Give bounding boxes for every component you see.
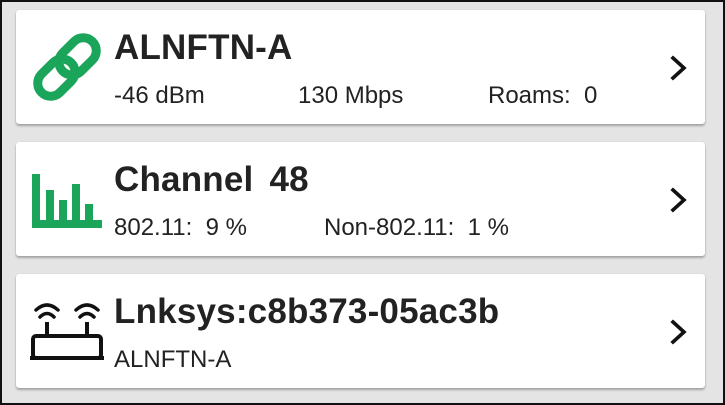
roams-value: 0: [584, 82, 598, 109]
channel-card[interactable]: Channel 48 802.11: 9 % Non-802.11: 1 %: [16, 142, 705, 256]
channel-title: Channel 48: [114, 160, 309, 200]
util-non-value: 1 %: [467, 214, 510, 241]
link-rate: 130 Mbps: [298, 82, 404, 109]
ssid-title: ALNFTN-A: [114, 28, 293, 67]
roams-count: Roams: 0: [488, 82, 597, 110]
chevron-right-icon[interactable]: [667, 54, 691, 82]
router-icon: [28, 296, 106, 366]
channel-number: 48: [269, 160, 309, 199]
chevron-right-icon[interactable]: [667, 186, 691, 214]
roams-label: Roams:: [488, 82, 571, 109]
ap-name: Lnksys:c8b373-05ac3b: [114, 292, 500, 331]
util-80211-value: 9 %: [205, 214, 247, 241]
util-non-label: Non-802.11:: [324, 214, 455, 241]
link-icon: [28, 32, 106, 102]
screen-frame: ALNFTN-A -46 dBm 130 Mbps Roams: 0 Chann…: [0, 0, 725, 405]
util-80211: 802.11: 9 %: [114, 214, 247, 242]
wifi-link-card[interactable]: ALNFTN-A -46 dBm 130 Mbps Roams: 0: [16, 10, 705, 124]
util-80211-label: 802.11:: [114, 214, 193, 241]
channel-label: Channel: [114, 160, 254, 199]
ap-ssid: ALNFTN-A: [114, 346, 232, 373]
chevron-right-icon[interactable]: [667, 318, 691, 346]
util-non-80211: Non-802.11: 1 %: [324, 214, 509, 242]
access-point-card[interactable]: Lnksys:c8b373-05ac3b ALNFTN-A: [16, 274, 705, 388]
signal-strength: -46 dBm: [114, 82, 205, 109]
bar-chart-icon: [28, 168, 106, 238]
